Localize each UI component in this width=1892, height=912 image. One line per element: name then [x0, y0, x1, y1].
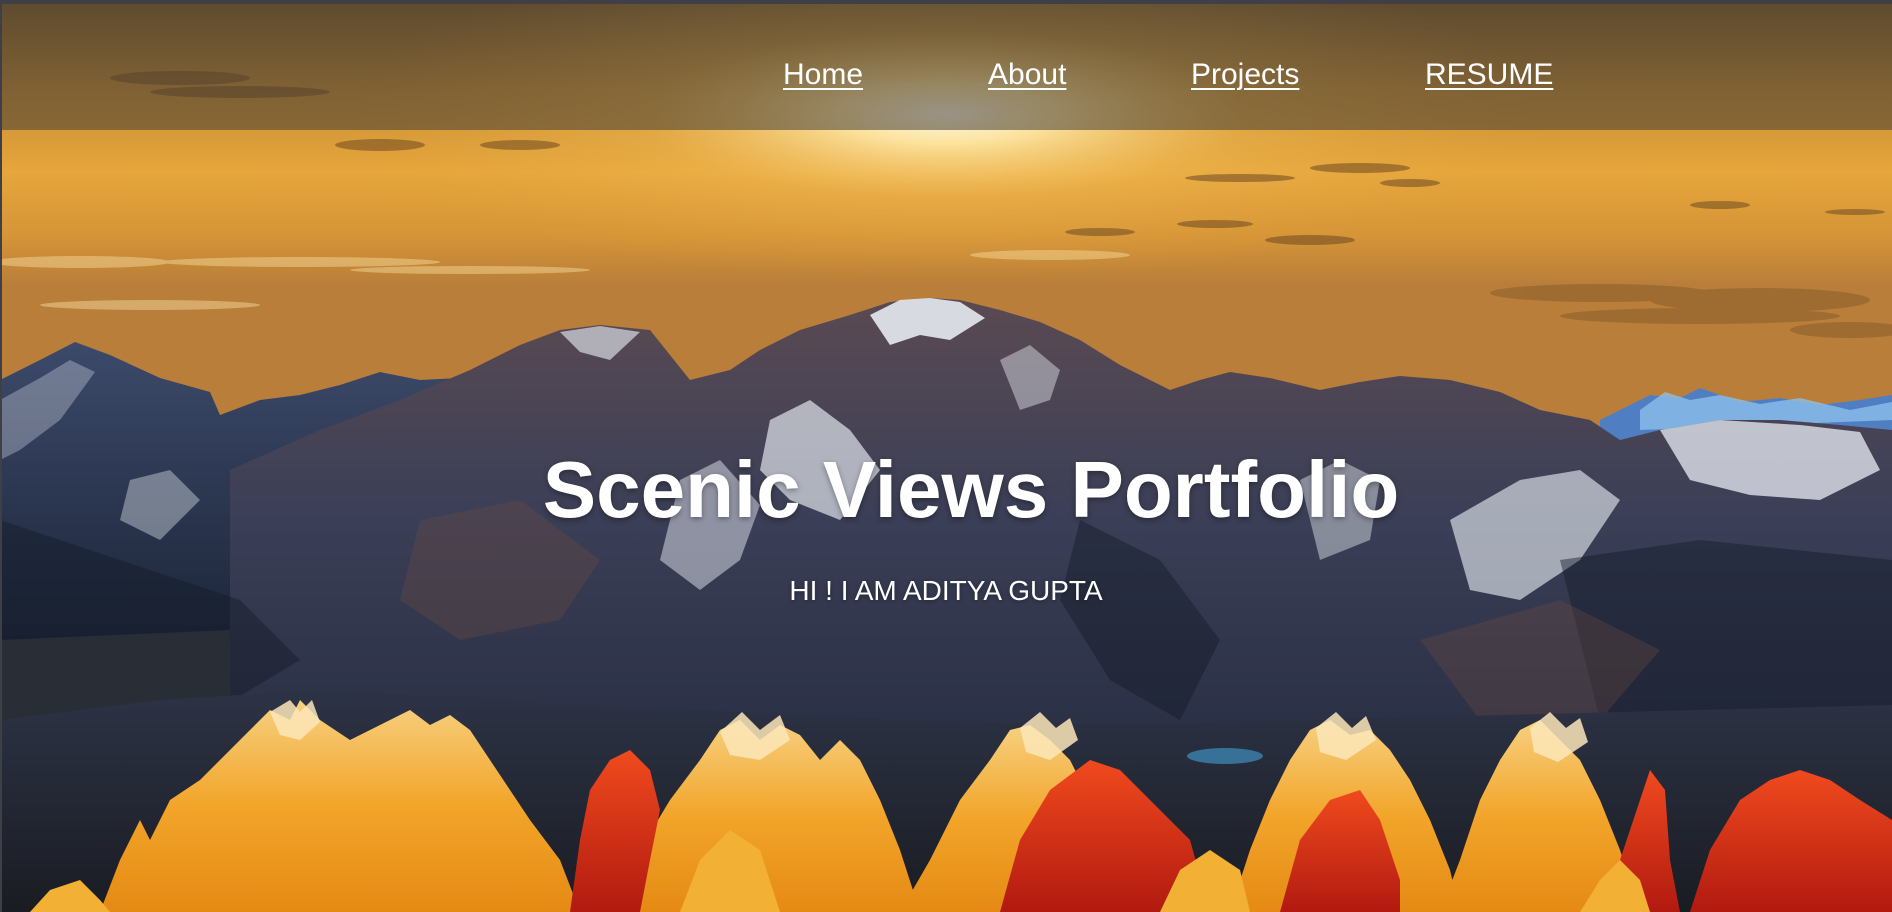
- nav-link-home[interactable]: Home: [783, 55, 863, 95]
- nav-link-resume[interactable]: RESUME: [1425, 55, 1553, 95]
- hero-subtitle: HI ! I AM ADITYA GUPTA: [789, 575, 1103, 606]
- top-navigation: Home About Projects RESUME: [2, 4, 1892, 130]
- nav-link-projects[interactable]: Projects: [1191, 55, 1299, 95]
- page: Home About Projects RESUME Scenic Views …: [0, 0, 1892, 912]
- window-top-edge: [0, 0, 1892, 4]
- nav-link-about[interactable]: About: [988, 55, 1066, 95]
- hero-title: Scenic Views Portfolio: [542, 445, 1400, 534]
- window-left-edge: [0, 0, 2, 912]
